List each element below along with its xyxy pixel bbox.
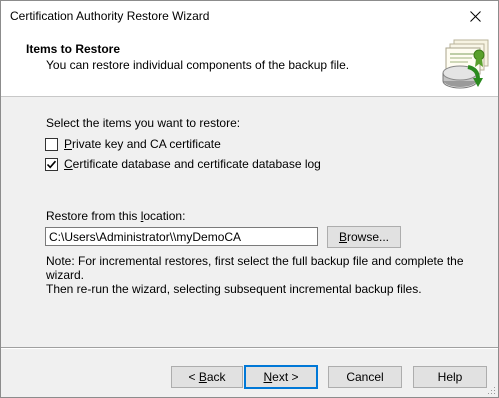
- restore-location-input[interactable]: [45, 227, 318, 246]
- close-button[interactable]: [452, 1, 498, 31]
- instruction-text: Select the items you want to restore:: [46, 116, 241, 130]
- next-button[interactable]: Next >: [244, 365, 318, 389]
- option-certificate-database[interactable]: Certificate database and certificate dat…: [45, 156, 321, 172]
- footer-divider-highlight: [1, 348, 498, 349]
- restore-wizard-dialog: Certification Authority Restore Wizard I…: [0, 0, 499, 398]
- certificate-database-label: Certificate database and certificate dat…: [64, 157, 321, 171]
- option-private-key[interactable]: Private key and CA certificate: [45, 136, 221, 152]
- certificate-database-checkbox[interactable]: [45, 157, 58, 171]
- window-title: Certification Authority Restore Wizard: [10, 9, 210, 23]
- checkmark-icon: [46, 160, 57, 168]
- title-bar[interactable]: Certification Authority Restore Wizard: [1, 1, 498, 31]
- note-line-1: Note: For incremental restores, first se…: [46, 254, 464, 282]
- resize-grip-icon[interactable]: [486, 385, 496, 395]
- wizard-header: Items to Restore You can restore individ…: [1, 31, 498, 97]
- cancel-button[interactable]: Cancel: [328, 366, 402, 388]
- certificate-backup-icon: [442, 39, 489, 89]
- note-line-2: Then re-run the wizard, selecting subseq…: [46, 282, 422, 296]
- back-button[interactable]: < Back: [171, 366, 243, 388]
- close-icon: [469, 10, 481, 22]
- note-text: Note: For incremental restores, first se…: [46, 254, 466, 296]
- browse-button[interactable]: Browse...: [327, 226, 401, 248]
- private-key-checkbox[interactable]: [45, 137, 58, 151]
- page-title: Items to Restore: [26, 42, 121, 56]
- private-key-label: Private key and CA certificate: [64, 137, 221, 151]
- page-subtitle: You can restore individual components of…: [46, 58, 350, 72]
- restore-location-label: Restore from this location:: [46, 209, 186, 223]
- help-button[interactable]: Help: [413, 366, 487, 388]
